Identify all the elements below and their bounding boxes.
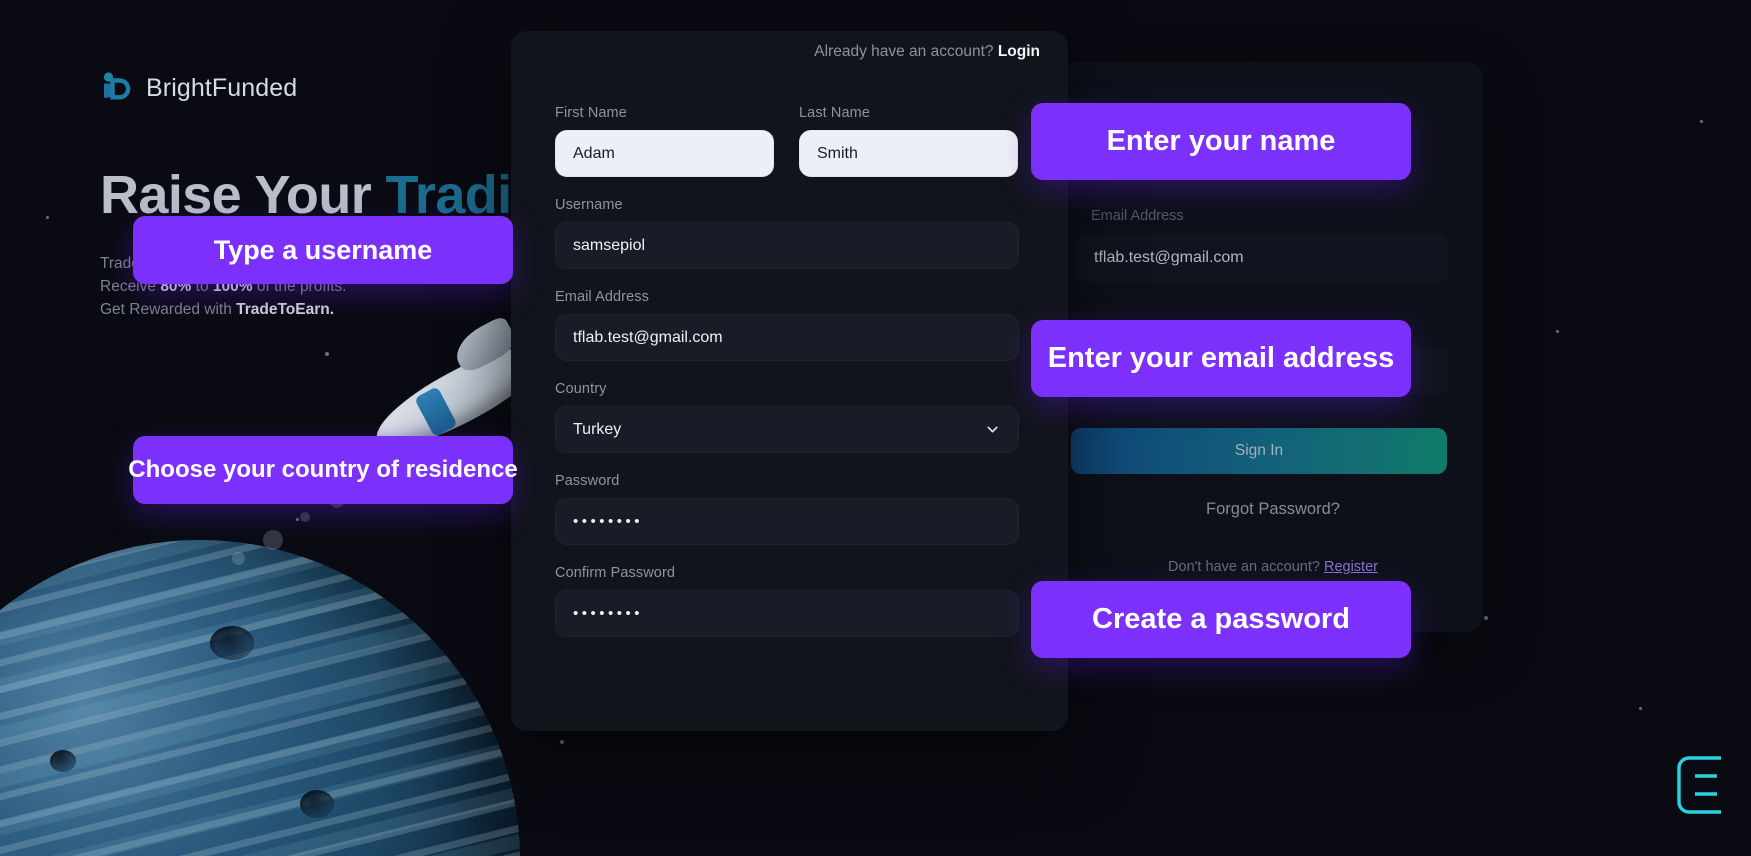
star bbox=[560, 740, 564, 744]
tooltip-choose-country: Choose your country of residence bbox=[128, 436, 518, 504]
brand-name: BrightFunded bbox=[146, 73, 298, 102]
username-label: Username bbox=[555, 197, 623, 213]
login-link[interactable]: Login bbox=[998, 43, 1040, 60]
country-select[interactable]: Turkey bbox=[555, 406, 1019, 453]
tooltip-create-password: Create a password bbox=[1031, 581, 1411, 658]
email-input[interactable]: tflab.test@gmail.com bbox=[555, 314, 1019, 361]
smoke-puff bbox=[263, 530, 283, 550]
have-account-text: Already have an account? bbox=[814, 43, 994, 60]
registration-card: Already have an account? Login First Nam… bbox=[511, 31, 1068, 731]
email-field: Email Address tflab.test@gmail.com bbox=[555, 289, 1019, 361]
country-value: Turkey bbox=[573, 420, 622, 438]
last-name-label: Last Name bbox=[799, 105, 871, 121]
smoke-puff bbox=[232, 552, 245, 565]
no-account-text: Don't have an account? bbox=[1168, 559, 1320, 575]
planet-illustration bbox=[0, 540, 520, 856]
star bbox=[325, 352, 329, 356]
confirm-password-label: Confirm Password bbox=[555, 565, 676, 581]
email-label: Email Address bbox=[555, 289, 649, 305]
star bbox=[296, 518, 299, 521]
confirm-password-input[interactable]: •••••••• bbox=[555, 590, 1019, 637]
username-field: Username samsepiol bbox=[555, 197, 1019, 269]
subcopy-line-3: Get Rewarded with TradeToEarn. bbox=[100, 301, 335, 318]
name-row: First Name Adam Last Name Smith bbox=[555, 105, 1019, 197]
brightfunded-logo-icon bbox=[103, 72, 131, 100]
password-field: Password •••••••• bbox=[555, 473, 1019, 545]
country-field: Country Turkey bbox=[555, 381, 1019, 453]
tooltip-enter-name: Enter your name bbox=[1031, 103, 1411, 180]
login-email-input[interactable]: tflab.test@gmail.com bbox=[1075, 234, 1449, 282]
password-input[interactable]: •••••••• bbox=[555, 498, 1019, 545]
last-name-input[interactable]: Smith bbox=[799, 130, 1018, 177]
registration-form: First Name Adam Last Name Smith Username… bbox=[555, 105, 1019, 657]
star bbox=[46, 216, 49, 219]
tooltip-enter-email: Enter your email address bbox=[1031, 320, 1411, 397]
tooltip-type-username: Type a username bbox=[133, 216, 513, 284]
star bbox=[1639, 707, 1642, 710]
first-name-field: First Name Adam bbox=[555, 105, 774, 177]
country-label: Country bbox=[555, 381, 607, 397]
star bbox=[1484, 616, 1488, 620]
signup-screen: BrightFunded Raise Your Trading Trade wi… bbox=[0, 0, 1751, 856]
last-name-field: Last Name Smith bbox=[799, 105, 1018, 177]
username-input[interactable]: samsepiol bbox=[555, 222, 1019, 269]
forgot-password-link[interactable]: Forgot Password? bbox=[1063, 500, 1483, 519]
sign-in-button[interactable]: Sign In bbox=[1071, 428, 1447, 474]
brand-logo-wordmark[interactable]: BrightFunded bbox=[100, 71, 297, 105]
register-link[interactable]: Register bbox=[1324, 559, 1378, 575]
no-account-row: Don't have an account? Register bbox=[1063, 559, 1483, 575]
first-name-input[interactable]: Adam bbox=[555, 130, 774, 177]
smoke-puff bbox=[300, 512, 310, 522]
chevron-down-icon bbox=[987, 426, 998, 433]
login-email-label: Email Address bbox=[1091, 208, 1184, 224]
confirm-password-field: Confirm Password •••••••• bbox=[555, 565, 1019, 637]
star bbox=[1700, 120, 1703, 123]
have-account-row: Already have an account? Login bbox=[814, 43, 1040, 61]
password-label: Password bbox=[555, 473, 620, 489]
first-name-label: First Name bbox=[555, 105, 627, 121]
teal-bracket-logo-icon bbox=[1677, 756, 1721, 814]
star bbox=[1556, 330, 1559, 333]
